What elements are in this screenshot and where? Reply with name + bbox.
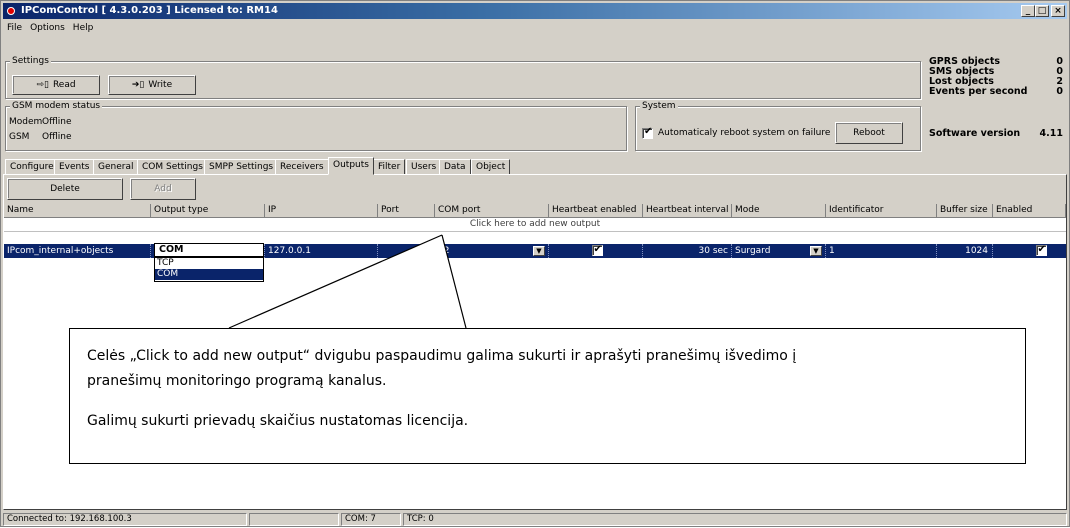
status-blank <box>249 513 339 526</box>
status-tcp: TCP: 0 <box>403 513 1067 526</box>
callout-line-3: Galimų sukurti prievadų skaičius nustato… <box>87 413 469 429</box>
main-window: IPComControl [ 4.3.0.203 ] Licensed to: … <box>0 0 1070 527</box>
status-connected: Connected to: 192.168.100.3 <box>3 513 247 526</box>
status-com: COM: 7 <box>341 513 401 526</box>
callout-line-2: pranešimų monitoringo programą kanalus. <box>87 373 387 389</box>
status-bar: Connected to: 192.168.100.3 COM: 7 TCP: … <box>3 513 1067 526</box>
annotation-callout: Celės „Click to add new output“ dvigubu … <box>69 328 1026 464</box>
callout-line-1: Celės „Click to add new output“ dvigubu … <box>87 348 797 364</box>
tab-outputs[interactable]: Outputs <box>328 157 374 175</box>
